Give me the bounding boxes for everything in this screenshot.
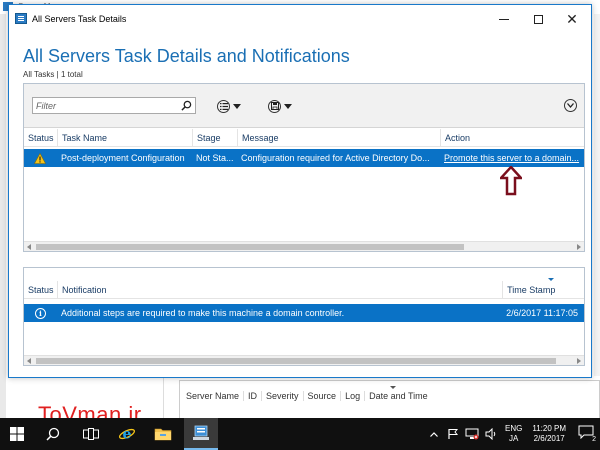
scrollbar-thumb[interactable] — [36, 358, 556, 364]
col-status[interactable]: Status — [24, 129, 57, 146]
save-icon — [268, 99, 281, 113]
language-code: ENG — [505, 424, 523, 433]
clock-time: 11:20 PM — [532, 424, 566, 433]
keyboard-layout: JA — [509, 434, 519, 443]
notifications-header: Status Notification Time Stamp — [24, 281, 584, 299]
dialog-titlebar[interactable]: All Servers Task Details ✕ — [9, 5, 591, 33]
action-center-tray-button[interactable] — [446, 427, 460, 441]
col-status[interactable]: Status — [24, 281, 57, 298]
speaker-icon — [485, 428, 496, 440]
system-tray: ENG JA 11:20 PM 2/6/2017 2 — [427, 418, 600, 450]
volume-tray-button[interactable] — [484, 427, 498, 441]
start-button[interactable] — [0, 418, 34, 450]
server-manager-icon — [15, 13, 27, 24]
tasks-toolbar — [24, 84, 584, 128]
file-explorer-button[interactable] — [146, 418, 180, 450]
col-id[interactable]: ID — [243, 391, 261, 401]
clock-date: 2/6/2017 — [533, 434, 565, 443]
taskbar: e ENG JA 11:20 PM 2/6/2017 2 — [0, 418, 600, 450]
clock[interactable]: 11:20 PM 2/6/2017 — [532, 424, 566, 444]
col-task-name[interactable]: Task Name — [57, 129, 192, 146]
col-notification[interactable]: Notification — [56, 281, 502, 298]
scroll-right-icon[interactable] — [577, 244, 581, 250]
task-name-cell: Post-deployment Configuration — [61, 153, 185, 163]
message-cell: Configuration required for Active Direct… — [241, 153, 430, 163]
col-message[interactable]: Message — [237, 129, 440, 146]
col-time-stamp[interactable]: Time Stamp — [502, 281, 584, 298]
events-header: Server Name ID Severity Source Log Date … — [186, 391, 432, 401]
chevron-down-icon — [284, 103, 292, 109]
horizontal-scrollbar[interactable] — [24, 355, 584, 365]
page-title: All Servers Task Details and Notificatio… — [23, 46, 350, 66]
col-source[interactable]: Source — [302, 391, 341, 401]
close-button[interactable]: ✕ — [555, 5, 589, 33]
internet-explorer-icon: e — [118, 427, 136, 443]
scroll-right-icon[interactable] — [577, 358, 581, 364]
network-tray-button[interactable] — [465, 427, 479, 441]
info-icon: i — [35, 307, 46, 319]
col-action[interactable]: Action — [440, 129, 584, 146]
minimize-button[interactable] — [487, 5, 521, 33]
horizontal-scrollbar[interactable] — [24, 241, 584, 251]
scroll-left-icon[interactable] — [27, 244, 31, 250]
save-query-button[interactable] — [268, 98, 292, 114]
show-hidden-icons-button[interactable] — [427, 427, 441, 441]
status-cell — [24, 149, 57, 167]
time-stamp-cell: 2/6/2017 11:17:05 — [506, 308, 579, 318]
warning-icon — [34, 152, 46, 164]
server-manager-icon — [193, 425, 209, 440]
folder-icon — [154, 428, 172, 441]
notification-count: 2 — [592, 436, 596, 443]
minimize-icon — [499, 18, 509, 20]
task-view-button[interactable] — [74, 418, 108, 450]
svg-text:e: e — [123, 427, 132, 443]
col-server-name[interactable]: Server Name — [186, 391, 243, 401]
expand-button[interactable] — [564, 99, 577, 112]
maximize-button[interactable] — [521, 5, 555, 33]
table-row[interactable]: Post-deployment Configuration Not Sta...… — [24, 149, 584, 167]
promote-server-link[interactable]: Promote this server to a domain... — [440, 149, 584, 167]
task-count: All Tasks | 1 total — [23, 70, 83, 79]
chevron-down-icon — [567, 103, 574, 108]
filter-box[interactable] — [32, 97, 196, 114]
notifications-panel: Status Notification Time Stamp i Additio… — [23, 267, 585, 366]
notification-cell: Additional steps are required to make th… — [60, 308, 345, 318]
windows-icon — [10, 427, 24, 441]
search-button[interactable] — [36, 418, 70, 450]
chevron-down-icon — [233, 103, 241, 109]
column-list-button[interactable] — [217, 98, 241, 114]
annotation-arrow-icon — [500, 166, 522, 196]
filter-input[interactable] — [33, 98, 173, 113]
left-strip — [0, 14, 6, 418]
col-severity[interactable]: Severity — [261, 391, 303, 401]
chevron-up-icon — [430, 431, 438, 437]
scrollbar-thumb[interactable] — [36, 244, 464, 250]
dialog-title: All Servers Task Details — [32, 14, 127, 24]
server-manager-taskbar-button[interactable] — [184, 418, 218, 450]
search-icon — [46, 427, 60, 441]
maximize-icon — [533, 14, 543, 24]
search-icon[interactable] — [181, 100, 192, 111]
right-edge — [594, 14, 600, 418]
col-log[interactable]: Log — [340, 391, 364, 401]
input-language-indicator[interactable]: ENG JA — [505, 424, 522, 444]
task-view-icon — [83, 428, 99, 440]
list-icon — [217, 99, 230, 113]
status-cell: i — [24, 304, 57, 322]
flag-icon — [448, 429, 459, 439]
close-icon: ✕ — [566, 10, 578, 27]
col-stage[interactable]: Stage — [192, 129, 237, 146]
network-icon — [465, 428, 479, 440]
stage-cell: Not Sta... — [196, 153, 234, 163]
col-date-and-time[interactable]: Date and Time — [364, 391, 432, 401]
notifications-button[interactable]: 2 — [578, 425, 596, 443]
scroll-left-icon[interactable] — [27, 358, 31, 364]
table-row[interactable]: i Additional steps are required to make … — [24, 304, 584, 322]
sort-indicator-icon — [390, 386, 396, 389]
internet-explorer-button[interactable]: e — [110, 418, 144, 450]
tasks-header: Status Task Name Stage Message Action — [24, 129, 584, 147]
